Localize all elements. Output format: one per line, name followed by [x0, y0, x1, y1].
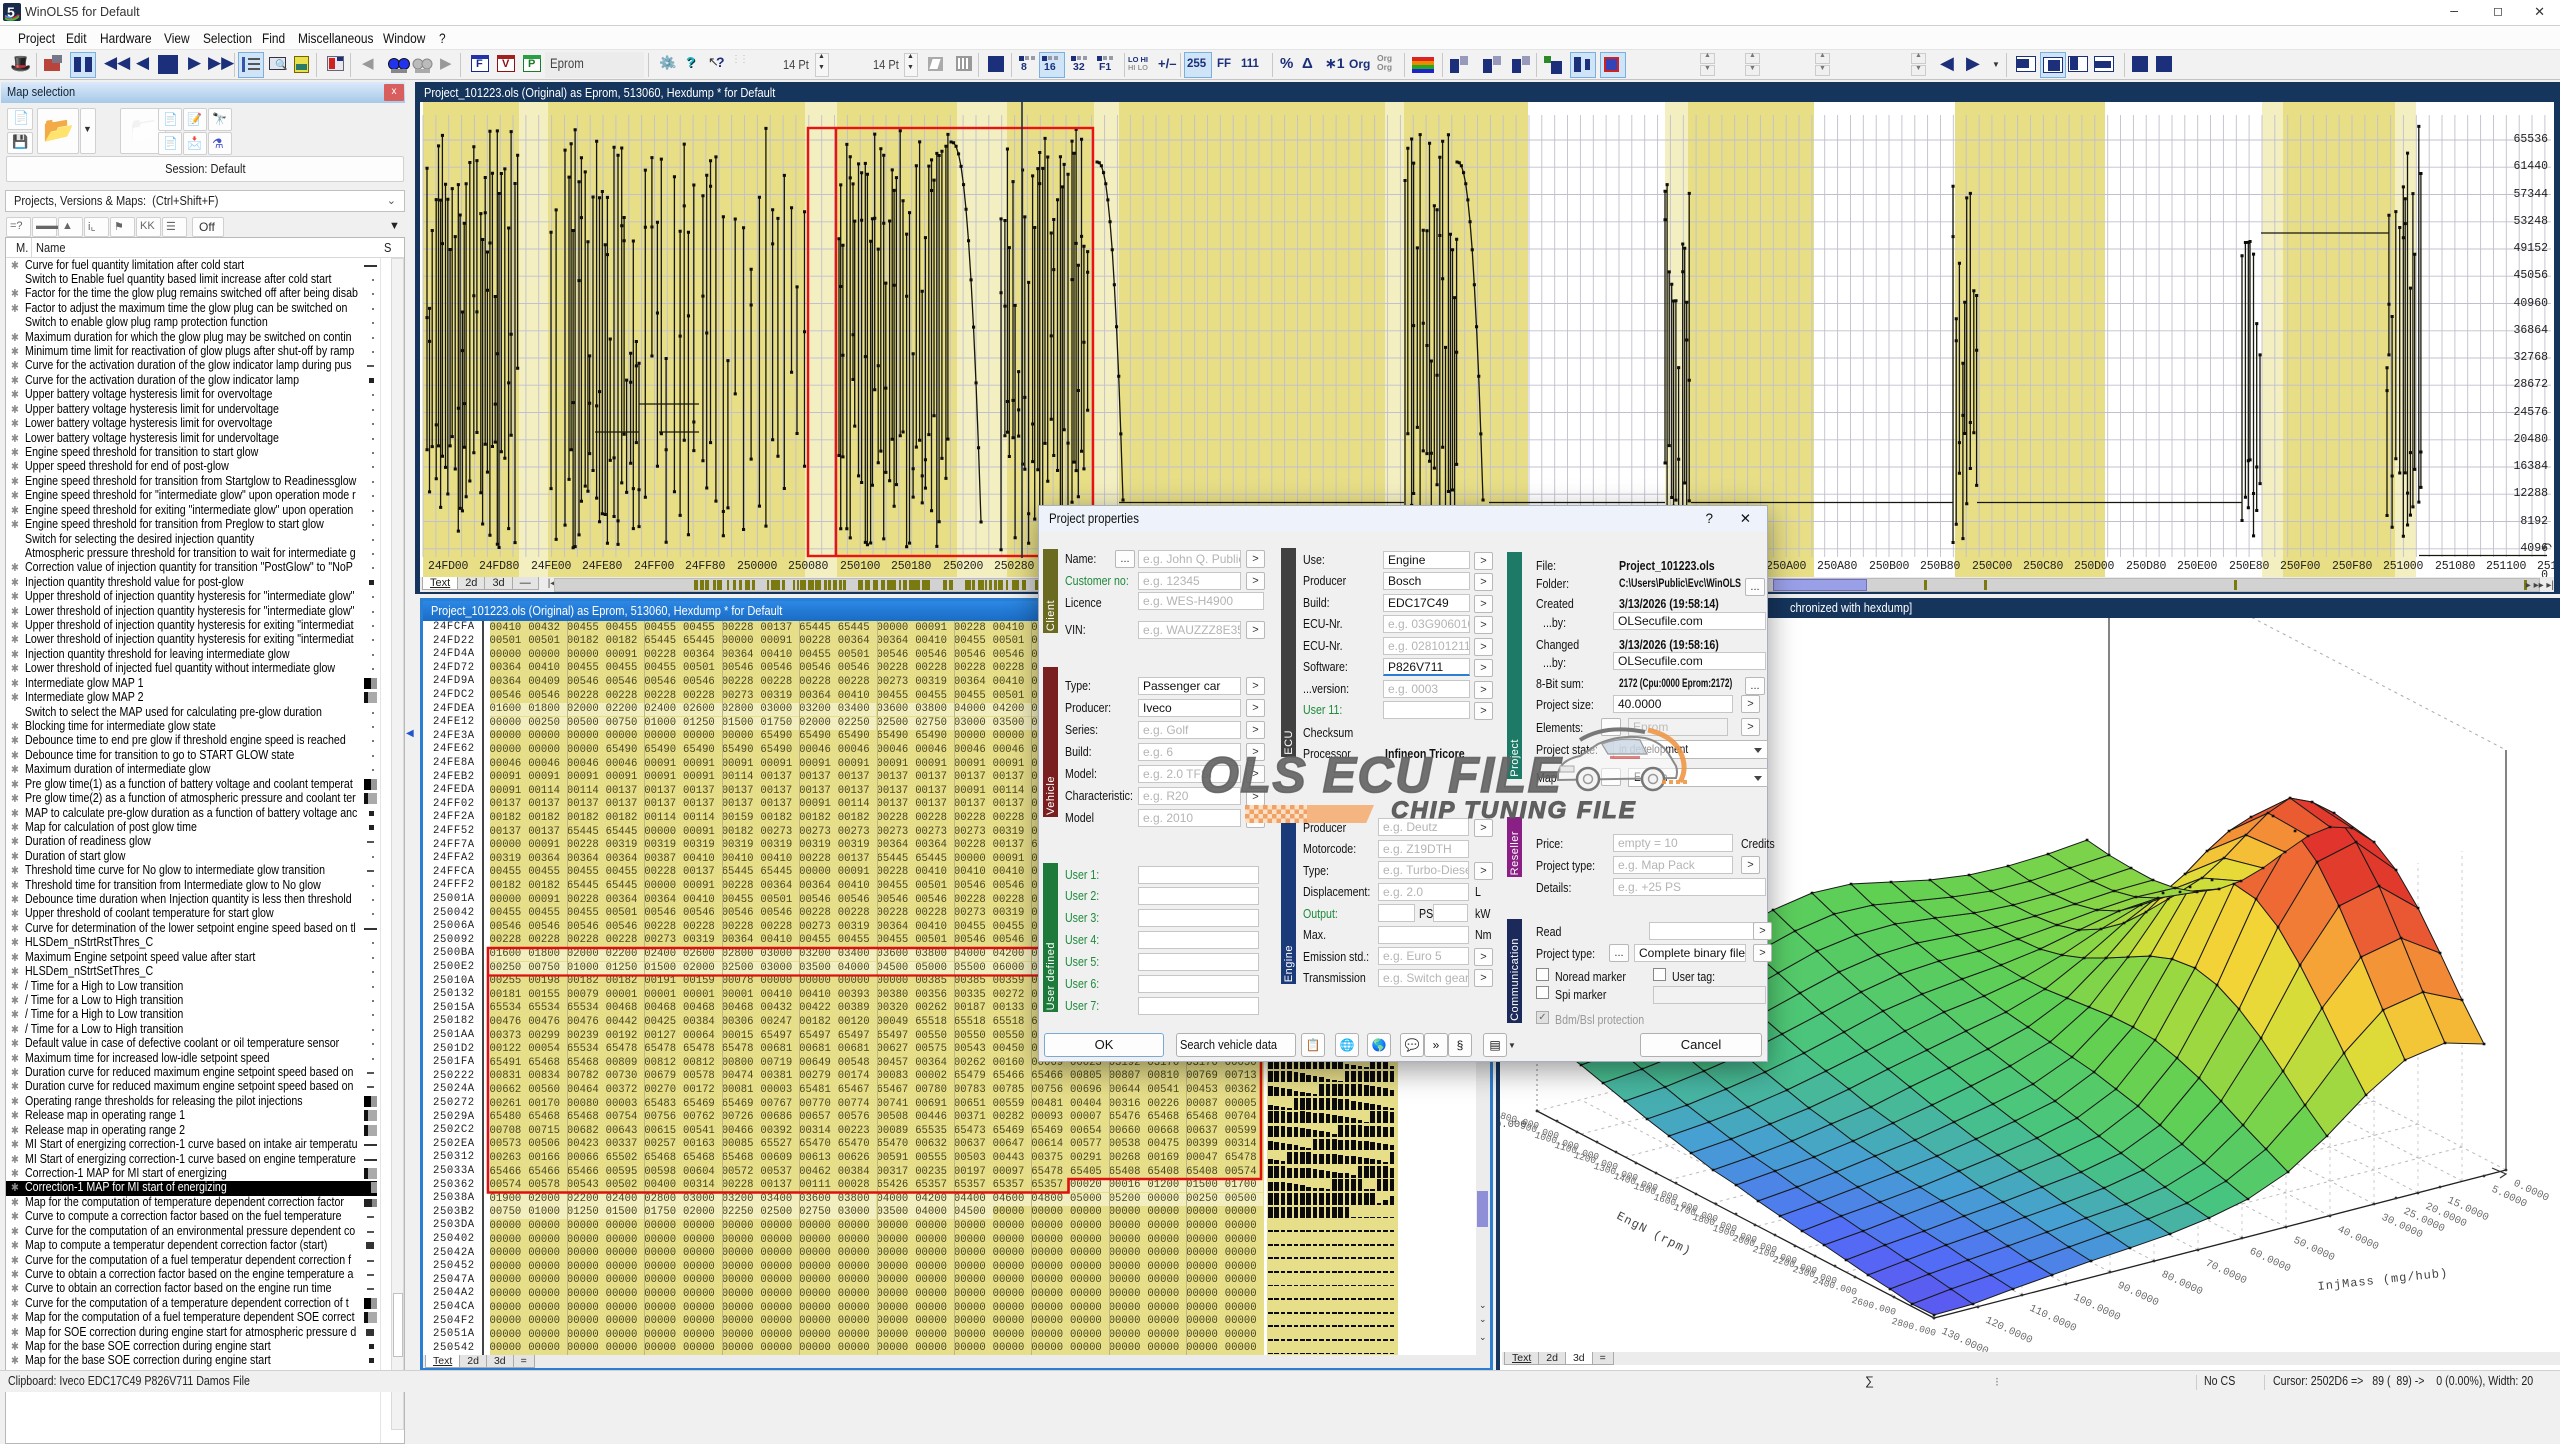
svg-text:120.0000: 120.0000 — [1983, 1315, 2034, 1347]
svg-text:90.0000: 90.0000 — [2115, 1280, 2160, 1310]
svg-text:70.0000: 70.0000 — [2203, 1258, 2248, 1288]
svg-text:0.000: 0.000 — [1500, 1119, 1527, 1131]
svg-text:EngN (rpm): EngN (rpm) — [1614, 1209, 1693, 1259]
svg-text:110.0000: 110.0000 — [2027, 1303, 2078, 1335]
svg-text:80.0000: 80.0000 — [2159, 1269, 2204, 1299]
svg-text:100.0000: 100.0000 — [2071, 1292, 2122, 1324]
svg-text:40.0000: 40.0000 — [2335, 1224, 2380, 1254]
svg-text:2800.000: 2800.000 — [1890, 1316, 1937, 1339]
svg-text:2600.000: 2600.000 — [1850, 1295, 1897, 1318]
svg-text:InjMass (mg/hub): InjMass (mg/hub) — [2317, 1266, 2449, 1294]
svg-text:50.0000: 50.0000 — [2291, 1235, 2336, 1265]
svg-text:60.0000: 60.0000 — [2247, 1246, 2292, 1276]
